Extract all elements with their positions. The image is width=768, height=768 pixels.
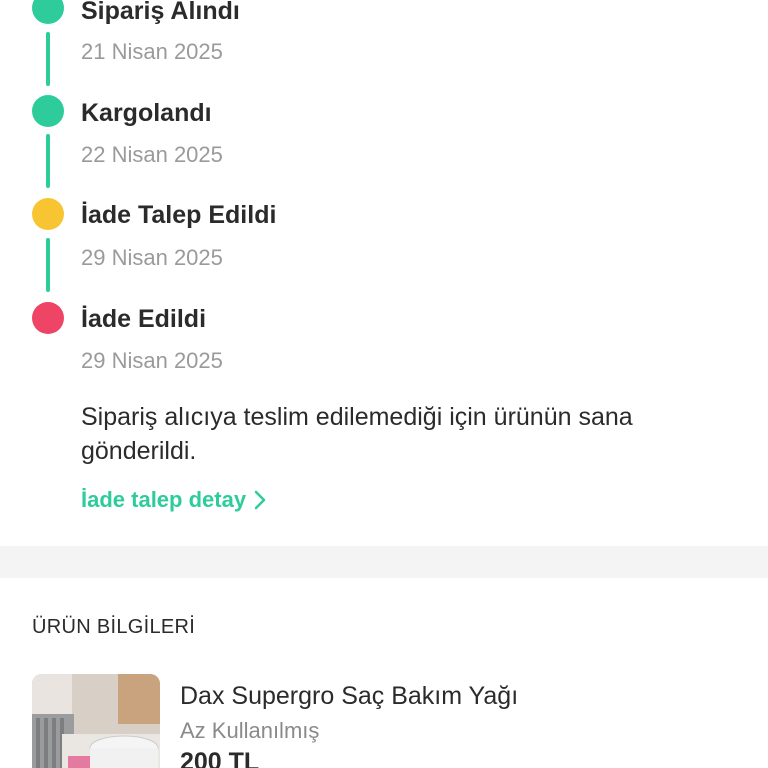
return-description: Sipariş alıcıya teslim edilemediği için … [81,403,633,465]
step-title: İade Talep Edildi [81,201,277,229]
order-status-timeline: Sipariş Alındı 21 Nisan 2025 Kargolandı … [0,0,768,546]
product-condition: Az Kullanılmış [180,718,320,743]
status-dot-red [32,302,64,334]
timeline-connector [46,134,50,188]
step-date: 29 Nisan 2025 [81,348,223,373]
section-divider [0,546,768,578]
step-title: İade Edildi [81,305,207,333]
product-card[interactable]: Dax Supergro Saç Bakım Yağı Az Kullanılm… [32,674,736,768]
product-section-title: ÜRÜN BİLGİLERİ [32,616,196,638]
step-date: 29 Nisan 2025 [81,245,223,270]
timeline-connector [46,238,50,292]
return-request-detail-link[interactable]: İade talep detay [81,487,266,513]
step-title: Kargolandı [81,99,212,127]
chevron-right-icon [254,490,266,510]
status-dot-green [32,95,64,127]
product-image [32,674,160,768]
step-title: Sipariş Alındı [81,0,240,25]
timeline-connector [46,32,50,86]
detail-link-label: İade talep detay [81,487,247,512]
step-date: 22 Nisan 2025 [81,142,223,167]
status-dot-green [32,0,64,24]
status-dot-yellow [32,198,64,230]
product-price: 200 TL [180,748,260,768]
product-name: Dax Supergro Saç Bakım Yağı [180,682,519,710]
step-date: 21 Nisan 2025 [81,39,223,64]
